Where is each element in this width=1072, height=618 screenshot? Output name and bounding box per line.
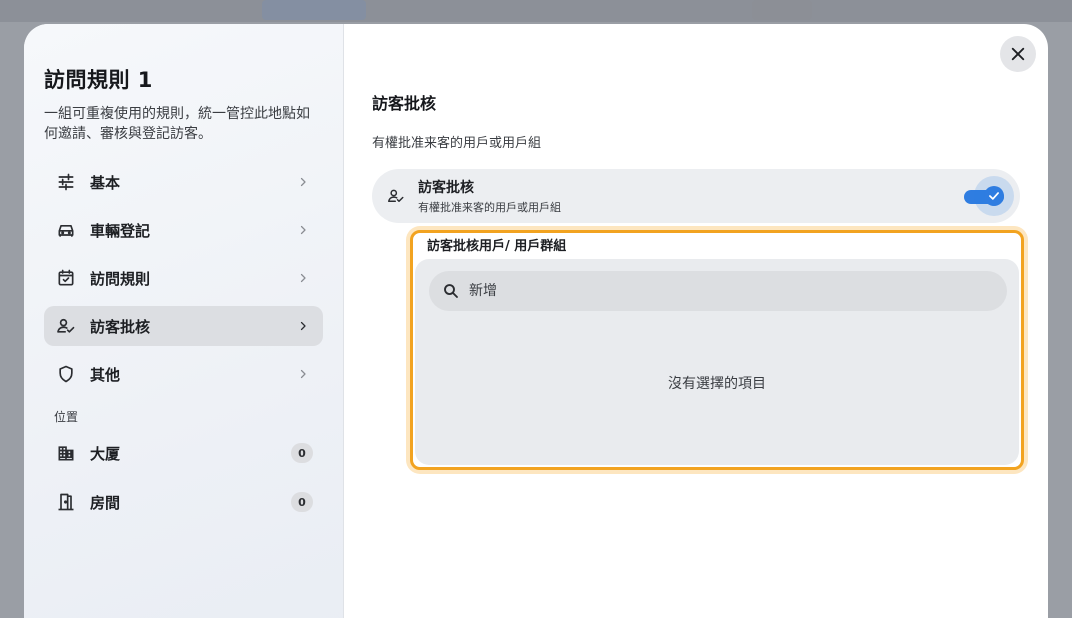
nav-item-label: 其他 xyxy=(90,365,121,384)
approver-search-input[interactable] xyxy=(469,283,949,299)
nav-item-other[interactable]: 其他 xyxy=(44,354,323,394)
switch-knob xyxy=(984,186,1004,206)
locations-section-label: 位置 xyxy=(54,410,79,424)
nav-item-visit-rules[interactable]: 訪問規則 xyxy=(44,258,323,298)
location-item-room[interactable]: 房間 0 xyxy=(44,482,323,522)
chevron-right-icon xyxy=(295,174,311,190)
nav-item-label: 訪客批核 xyxy=(90,317,151,336)
chevron-right-icon xyxy=(295,270,311,286)
count-badge: 0 xyxy=(291,443,313,463)
check-icon xyxy=(989,192,999,200)
approver-picker-label: 訪客批核用戶/ 用戶群組 xyxy=(427,239,567,254)
dialog-title: 訪問規則 1 xyxy=(44,68,153,92)
settings-nav: 基本 車輛登記 訪問規則 訪客批核 其他 xyxy=(44,162,323,394)
settings-content: 訪客批核 有權批准来客的用戶或用戶組 訪客批核 有權批准来客的用戶或用戶組 訪客… xyxy=(344,24,1048,618)
door-icon xyxy=(54,490,78,514)
toggle-texts: 訪客批核 有權批准来客的用戶或用戶組 xyxy=(418,177,962,215)
settings-sidebar: 訪問規則 1 一組可重複使用的規則，統一管控此地點如何邀請、審核與登記訪客。 基… xyxy=(24,24,344,618)
chevron-right-icon xyxy=(295,366,311,382)
empty-state-text: 沒有選擇的項目 xyxy=(668,376,766,392)
nav-item-visitor-approval[interactable]: 訪客批核 xyxy=(44,306,323,346)
section-title: 訪客批核 xyxy=(372,94,437,113)
dialog-description: 一組可重複使用的規則，統一管控此地點如何邀請、審核與登記訪客。 xyxy=(44,106,310,142)
person-check-icon xyxy=(54,314,78,338)
tune-icon xyxy=(54,170,78,194)
section-subtitle: 有權批准来客的用戶或用戶組 xyxy=(372,136,542,151)
approver-picker-box: 沒有選擇的項目 xyxy=(415,259,1019,465)
nav-item-vehicle-registration[interactable]: 車輛登記 xyxy=(44,210,323,250)
toggle-subtitle: 有權批准来客的用戶或用戶組 xyxy=(418,201,561,214)
chevron-right-icon xyxy=(295,222,311,238)
approver-search[interactable] xyxy=(429,271,1007,311)
nav-item-label: 訪問規則 xyxy=(90,269,151,288)
chevron-right-icon xyxy=(295,318,311,334)
location-item-building[interactable]: 大厦 0 xyxy=(44,433,323,473)
visitor-approval-switch[interactable] xyxy=(962,176,1014,216)
building-icon xyxy=(54,441,78,465)
nav-item-basic[interactable]: 基本 xyxy=(44,162,323,202)
toggle-title: 訪客批核 xyxy=(418,180,474,196)
approver-picker: 訪客批核用戶/ 用戶群組 沒有選擇的項目 xyxy=(410,230,1024,470)
close-button[interactable] xyxy=(1000,36,1036,72)
visitor-approval-toggle-row[interactable]: 訪客批核 有權批准来客的用戶或用戶組 xyxy=(372,169,1020,223)
location-label: 房間 xyxy=(90,493,121,512)
count-badge: 0 xyxy=(291,492,313,512)
search-icon xyxy=(441,281,461,301)
location-label: 大厦 xyxy=(90,444,121,463)
background-chip xyxy=(262,0,366,20)
calendar-check-icon xyxy=(54,266,78,290)
car-icon xyxy=(54,218,78,242)
nav-item-label: 車輛登記 xyxy=(90,221,151,240)
person-check-icon xyxy=(386,186,406,206)
visit-rule-dialog: 訪問規則 1 一組可重複使用的規則，統一管控此地點如何邀請、審核與登記訪客。 基… xyxy=(24,24,1048,618)
nav-item-label: 基本 xyxy=(90,173,121,192)
close-icon xyxy=(1009,45,1027,63)
background-chip xyxy=(752,0,812,20)
shield-icon xyxy=(54,362,78,386)
background-topbar xyxy=(0,0,1072,22)
